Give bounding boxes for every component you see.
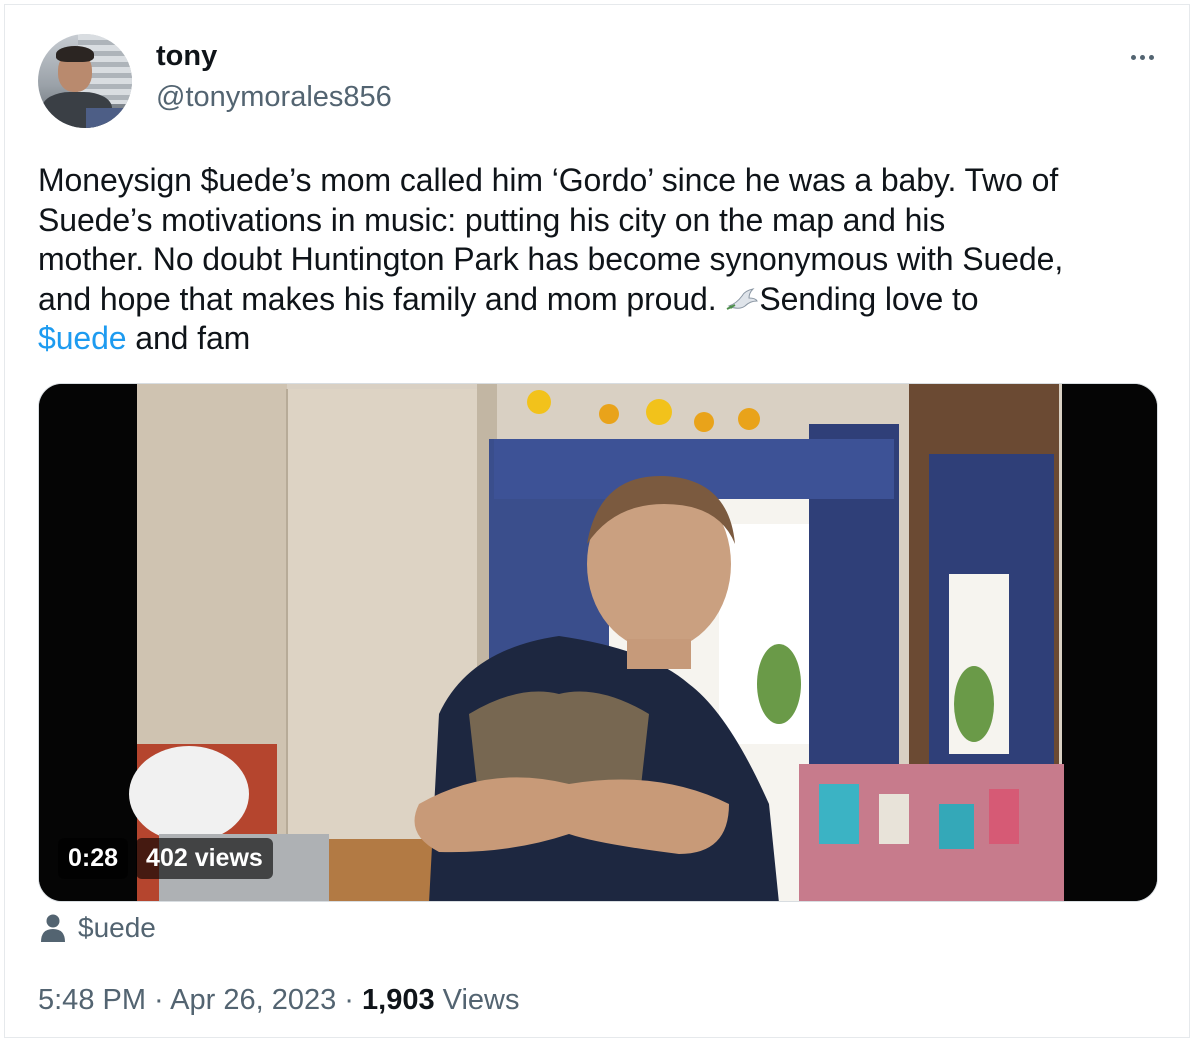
video-frame bbox=[39, 384, 1157, 901]
tweet-line: Moneysign $uede’s mom called him ‘Gordo’… bbox=[38, 162, 1059, 198]
tweet-date[interactable]: Apr 26, 2023 bbox=[170, 984, 336, 1016]
author-handle[interactable]: @tonymorales856 bbox=[156, 81, 392, 114]
video-overlay: 0:28 402 views bbox=[58, 836, 273, 880]
tweet-line-text: and hope that makes his family and mom p… bbox=[38, 280, 726, 317]
tweet-meta: 5:48 PM · Apr 26, 2023 · 1,903 Views bbox=[38, 984, 520, 1017]
avatar-hair bbox=[56, 46, 94, 62]
view-count: 1,903 bbox=[362, 984, 435, 1016]
tweet-line: and hope that makes his family and mom p… bbox=[38, 280, 1178, 320]
tweet-line-tail: Sending love to bbox=[759, 280, 979, 317]
video-duration: 0:28 bbox=[58, 837, 129, 879]
mention-link[interactable]: $uede bbox=[38, 320, 127, 356]
tweet-line: mother. No doubt Huntington Park has bec… bbox=[38, 241, 1064, 277]
author-display-name[interactable]: tony bbox=[156, 40, 217, 73]
attribution-label[interactable]: $uede bbox=[78, 912, 156, 944]
more-options-icon[interactable] bbox=[1124, 42, 1160, 72]
meta-separator: · bbox=[146, 984, 171, 1016]
tweet-text: Moneysign $uede’s mom called him ‘Gordo’… bbox=[38, 161, 1178, 359]
view-label: Views bbox=[434, 984, 520, 1016]
dove-icon bbox=[726, 287, 759, 310]
avatar[interactable] bbox=[38, 34, 132, 128]
tweet-line-ending: and fam bbox=[126, 320, 251, 356]
video-attribution[interactable]: $uede bbox=[40, 912, 156, 944]
video-views: 402 views bbox=[136, 837, 273, 879]
tweet-line: Suede’s motivations in music: putting hi… bbox=[38, 201, 946, 238]
video-player[interactable] bbox=[38, 383, 1158, 902]
meta-separator: · bbox=[336, 984, 363, 1016]
tweet-line: $uede and fam bbox=[38, 319, 1178, 359]
person-icon bbox=[41, 914, 65, 942]
tweet-time[interactable]: 5:48 PM bbox=[38, 984, 146, 1016]
avatar-desk bbox=[86, 108, 132, 128]
